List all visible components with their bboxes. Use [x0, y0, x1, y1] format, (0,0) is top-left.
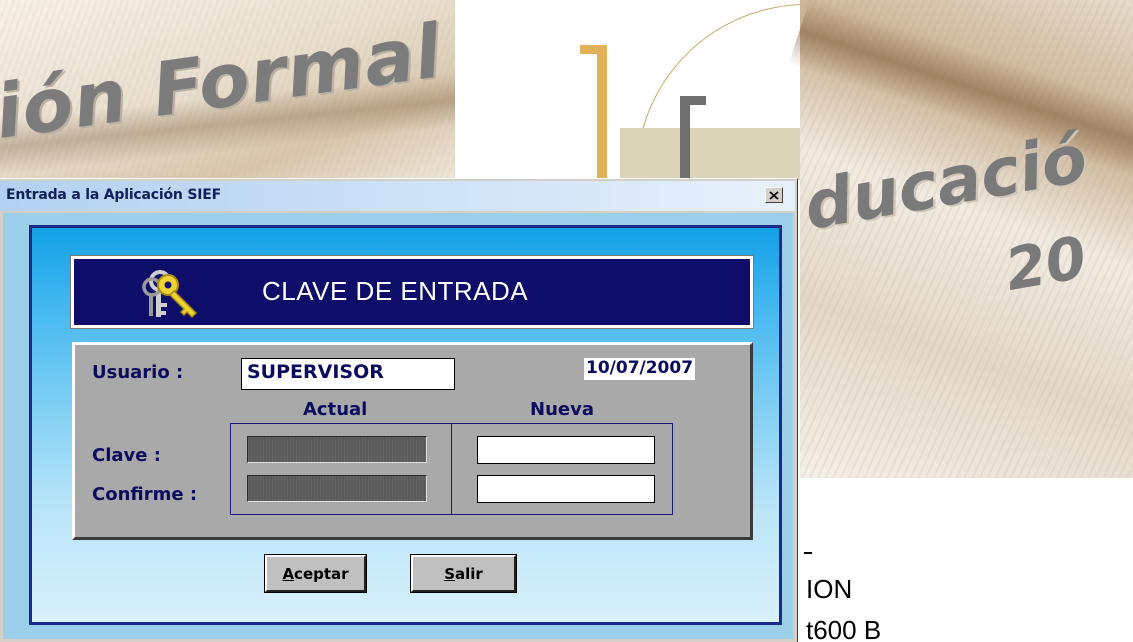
new-password-input[interactable] [477, 436, 655, 464]
current-password-confirm-input[interactable] [247, 475, 427, 502]
login-dialog: Entrada a la Aplicación SIEF CLAVE DE EN… [0, 178, 798, 642]
dialog-client-area: CLAVE DE ENTRADA Usuario : SUPERVISOR 10… [3, 213, 793, 639]
background-gold-bracket [597, 45, 607, 180]
login-form-panel: Usuario : SUPERVISOR 10/07/2007 Actual N… [72, 342, 753, 540]
confirm-label: Confirme : [92, 484, 198, 505]
background-text-fragment [804, 552, 812, 554]
close-button[interactable] [765, 187, 783, 203]
exit-button[interactable]: Salir [410, 554, 517, 593]
column-header-nueva: Nueva [530, 399, 594, 420]
background-text-line-2: t600 B [806, 615, 882, 641]
current-password-input[interactable] [247, 436, 427, 463]
close-icon [769, 190, 779, 200]
background-text-line-1: ION [806, 574, 853, 604]
accept-button[interactable]: Aceptar [264, 554, 367, 593]
title-bar[interactable]: Entrada a la Aplicación SIEF [0, 181, 795, 211]
column-header-actual: Actual [303, 399, 368, 420]
accept-button-label: ceptar [294, 564, 349, 583]
accept-button-accesskey: A [282, 564, 295, 583]
background-tan-block [620, 128, 800, 180]
keys-icon [142, 270, 198, 319]
user-input[interactable]: SUPERVISOR [241, 358, 455, 390]
exit-button-label: alir [455, 564, 483, 583]
date-display: 10/07/2007 [584, 358, 696, 380]
exit-button-accesskey: S [444, 564, 455, 583]
header-title: CLAVE DE ENTRADA [262, 276, 529, 306]
header-banner: CLAVE DE ENTRADA [70, 255, 754, 329]
new-password-confirm-input[interactable] [477, 475, 655, 503]
password-label: Clave : [92, 445, 161, 466]
window-title: Entrada a la Aplicación SIEF [6, 187, 221, 203]
background-grey-bracket [680, 96, 690, 180]
background-year: 20 [1000, 223, 1092, 304]
user-label: Usuario : [92, 362, 184, 383]
dialog-inner-frame: CLAVE DE ENTRADA Usuario : SUPERVISOR 10… [29, 225, 782, 625]
